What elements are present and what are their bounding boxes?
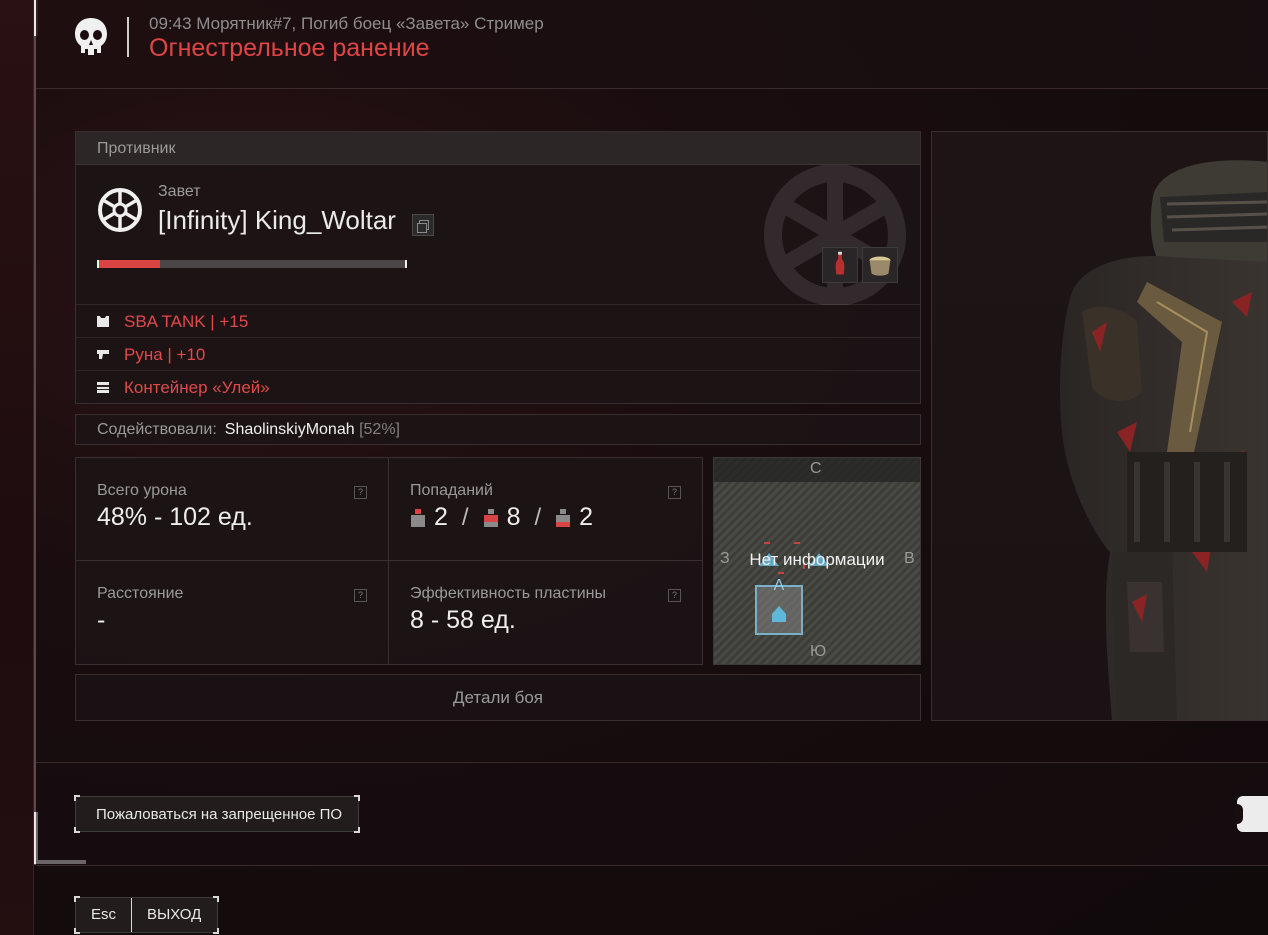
soldier-portrait [1060, 160, 1267, 720]
stat-hits: Попаданий 2 / 8 / 2 ? [389, 458, 702, 561]
enemy-health-bar [97, 260, 407, 268]
assist-bar: Содействовали: ShaolinskiyMonah [52%] [75, 414, 921, 445]
help-icon[interactable]: ? [668, 589, 681, 602]
exit-button[interactable]: Esc ВЫХОД [74, 896, 219, 934]
report-cheat-button[interactable]: Пожаловаться на запрещенное ПО [74, 795, 360, 833]
death-header: 09:43 Морятник#7, Погиб боец «Завета» Ст… [36, 0, 1268, 89]
death-cause: Огнестрельное ранение [149, 34, 430, 62]
battle-details-button[interactable]: Детали боя [75, 674, 921, 721]
stat-value: 8 - 58 ед. [410, 606, 516, 634]
legs-hit-icon [556, 508, 571, 527]
report-label: Пожаловаться на запрещенное ПО [96, 806, 343, 823]
assist-percent: [52%] [359, 421, 400, 438]
stat-label: Расстояние [97, 585, 184, 602]
corner-bracket [354, 827, 360, 833]
pot-icon [869, 256, 891, 276]
character-model [931, 131, 1268, 721]
exit-label: ВЫХОД [147, 906, 202, 923]
body-hit-icon [483, 508, 498, 527]
armor-icon [97, 316, 109, 327]
stat-label: Попаданий [410, 482, 493, 499]
help-icon[interactable]: ? [354, 589, 367, 602]
rail-line [34, 0, 36, 865]
header-divider [127, 17, 129, 57]
left-rail [0, 0, 34, 935]
bottle-icon [835, 251, 845, 275]
enemy-block: Завет [Infinity] King_Woltar [76, 165, 920, 305]
equipment-armor: SBA TANK | +15 [76, 305, 920, 338]
enemy-name: [Infinity] King_Woltar [158, 205, 396, 235]
corner-bracket [213, 896, 219, 902]
equipment-label: Контейнер «Улей» [124, 378, 270, 397]
corner-bracket [74, 795, 80, 801]
hits-head-value: 2 [434, 503, 448, 531]
stat-value: - [97, 606, 106, 634]
stat-damage: Всего урона 48% - 102 ед. ? [76, 458, 389, 561]
stat-label: Эффективность пластины [410, 585, 607, 602]
minimap: С Ю З В A Нет информации [713, 457, 921, 665]
copy-name-button[interactable] [412, 214, 434, 236]
equipment-label: SBA TANK | +15 [124, 312, 249, 331]
stat-label: Всего урона [97, 482, 187, 499]
enemy-panel: Противник Завет [Infinity] King_Woltar S… [75, 131, 921, 404]
minimap-message: Нет информации [749, 550, 885, 569]
assist-player[interactable]: ShaolinskiyMonah [225, 421, 355, 438]
enemy-health-fill [99, 260, 161, 268]
hits-separator: / [461, 503, 469, 531]
compass-north: С [810, 460, 822, 477]
item-slot-pot[interactable] [862, 247, 898, 283]
stats-grid: Всего урона 48% - 102 ед. ? Попаданий 2 … [75, 457, 703, 665]
compass-south: Ю [810, 643, 827, 660]
hits-legs-value: 2 [579, 503, 594, 531]
corner-bracket [354, 795, 360, 801]
stat-plate-efficiency: Эффективность пластины 8 - 58 ед. ? [389, 561, 702, 664]
enemy-faction: Завет [158, 183, 201, 200]
side-panel-tab[interactable] [1235, 796, 1268, 832]
corner-bracket [74, 827, 80, 833]
stat-value: 48% - 102 ед. [97, 503, 253, 531]
hits-breakdown: 2 / 8 / 2 [410, 503, 702, 532]
equipment-weapon: Руна | +10 [76, 338, 920, 371]
container-icon [97, 382, 109, 393]
hits-body-value: 8 [506, 503, 521, 531]
corner-bracket [74, 928, 80, 934]
enemy-section-label: Противник [76, 132, 920, 165]
item-slot-bottle[interactable] [822, 247, 858, 283]
exit-hotkey: Esc [76, 898, 132, 932]
help-icon[interactable]: ? [668, 486, 681, 499]
equipment-container: Контейнер «Улей» [76, 371, 920, 404]
faction-emblem-icon [98, 188, 142, 232]
hits-separator: / [534, 503, 542, 531]
corner-bracket [74, 896, 80, 902]
death-info: 09:43 Морятник#7, Погиб боец «Завета» Ст… [149, 14, 544, 33]
assist-label: Содействовали: [97, 421, 217, 438]
equipment-label: Руна | +10 [124, 345, 206, 364]
corner-bracket [213, 928, 219, 934]
help-icon[interactable]: ? [354, 486, 367, 499]
skull-icon [75, 18, 107, 55]
stat-distance: Расстояние - ? [76, 561, 389, 664]
head-hit-icon [411, 508, 425, 527]
pistol-icon [97, 350, 109, 359]
point-label: A [774, 577, 785, 594]
